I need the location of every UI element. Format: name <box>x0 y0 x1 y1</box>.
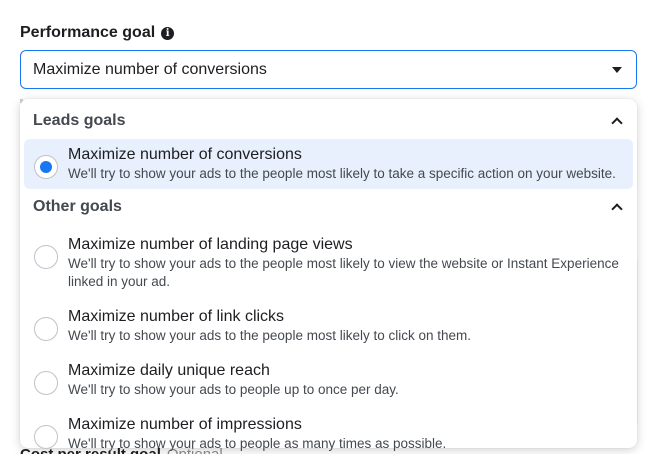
option-text: Maximize number of impressions We'll try… <box>68 415 623 453</box>
option-maximize-impressions[interactable]: Maximize number of impressions We'll try… <box>24 405 633 454</box>
option-title: Maximize number of link clicks <box>68 308 285 325</box>
option-description: We'll try to show your ads to people as … <box>68 436 447 451</box>
radio-dot <box>40 161 52 173</box>
option-text: Maximize number of landing page views We… <box>68 235 623 291</box>
performance-goal-page: Performance goal i Maximize number of co… <box>0 0 650 454</box>
chevron-up-icon <box>611 117 623 129</box>
group-header-leads-goals[interactable]: Leads goals <box>24 103 633 139</box>
info-icon[interactable]: i <box>161 26 175 40</box>
option-maximize-daily-unique-reach[interactable]: Maximize daily unique reach We'll try to… <box>24 351 633 405</box>
radio-button[interactable] <box>34 245 58 269</box>
option-description: We'll try to show your ads to people up … <box>68 382 399 397</box>
group-title: Leads goals <box>33 112 126 129</box>
option-text: Maximize number of link clicks We'll try… <box>68 307 623 345</box>
option-title: Maximize number of impressions <box>68 416 302 433</box>
option-text: Maximize number of conversions We'll try… <box>68 145 623 183</box>
performance-goal-select[interactable]: Maximize number of conversions <box>20 50 637 89</box>
option-maximize-landing-page-views[interactable]: Maximize number of landing page views We… <box>24 225 633 297</box>
option-maximize-link-clicks[interactable]: Maximize number of link clicks We'll try… <box>24 297 633 351</box>
option-title: Maximize number of conversions <box>68 146 302 163</box>
option-description: We'll try to show your ads to the people… <box>68 256 619 289</box>
performance-goal-selected-value: Maximize number of conversions <box>33 60 267 78</box>
caret-down-icon <box>612 66 622 73</box>
radio-button-selected[interactable] <box>34 155 58 179</box>
option-text: Maximize daily unique reach We'll try to… <box>68 361 623 399</box>
option-title: Maximize daily unique reach <box>68 362 270 379</box>
performance-goal-label-row: Performance goal i <box>20 24 175 42</box>
option-title: Maximize number of landing page views <box>68 236 353 253</box>
radio-button[interactable] <box>34 371 58 395</box>
option-maximize-conversions[interactable]: Maximize number of conversions We'll try… <box>24 139 633 189</box>
option-description: We'll try to show your ads to the people… <box>68 166 616 181</box>
performance-goal-label: Performance goal <box>20 24 156 41</box>
option-description: We'll try to show your ads to the people… <box>68 328 472 343</box>
radio-button[interactable] <box>34 317 58 341</box>
chevron-up-icon <box>611 203 623 215</box>
radio-button[interactable] <box>34 425 58 449</box>
group-title: Other goals <box>33 198 122 215</box>
performance-goal-dropdown: Leads goals Maximize number of conversio… <box>20 99 637 451</box>
group-header-other-goals[interactable]: Other goals <box>24 189 633 225</box>
